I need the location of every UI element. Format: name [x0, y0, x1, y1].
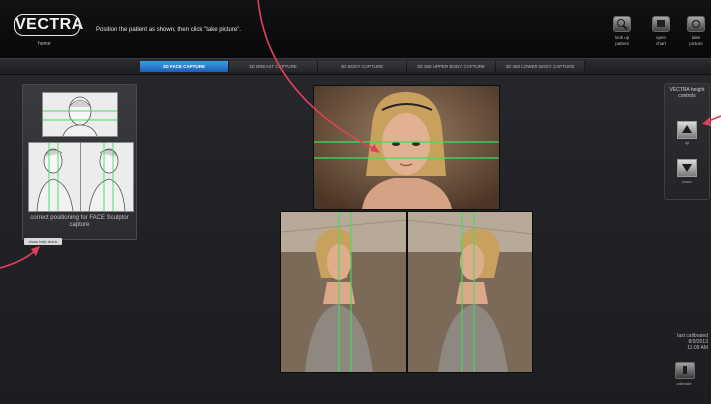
open-chart-button[interactable]: open chart: [645, 16, 677, 47]
take-picture-button[interactable]: take picture: [680, 16, 711, 47]
height-up-button[interactable]: [677, 121, 697, 139]
height-down-button[interactable]: [677, 159, 697, 177]
left-profile-photo: [280, 211, 407, 373]
height-up-label: up: [684, 140, 690, 145]
vectra-logo: VECTRA: [14, 14, 83, 36]
front-camera-photo: [313, 85, 500, 210]
tab-3d-360-lower-body-capture[interactable]: 3D 360 LOWER BODY CAPTURE: [496, 61, 585, 72]
right-profile-photo: [407, 211, 533, 373]
guide-right-profile-view: [80, 142, 134, 212]
positioning-guide-panel: correct positioning for FACE Sculptor ca…: [22, 84, 137, 240]
height-controls-panel: VECTRA height controls up down: [664, 83, 710, 200]
look-up-patient-label: look up patient: [614, 35, 630, 46]
look-up-patient-button[interactable]: look up patient: [606, 16, 638, 47]
guide-caption: correct positioning for FACE Sculptor ca…: [30, 215, 129, 228]
tab-3d-face-capture[interactable]: 3D FACE CAPTURE: [140, 61, 229, 72]
height-down-label: down: [682, 179, 692, 184]
open-chart-label: open chart: [655, 35, 666, 46]
tab-3d-breast-capture[interactable]: 3D BREAST CAPTURE: [229, 61, 318, 72]
take-picture-label: take picture: [689, 35, 703, 46]
instruction-text: Position the patient as shown, then clic…: [96, 27, 242, 33]
chart-icon: [652, 16, 670, 32]
vectra-app-window: VECTRA home Position the patient as show…: [0, 0, 711, 404]
guide-front-view: [42, 92, 118, 137]
camera-icon: [687, 16, 705, 32]
last-calibrated-text: last calibrated 8/9/2013 11:09 AM: [677, 333, 708, 351]
calibrate-button[interactable]: [675, 362, 695, 379]
search-icon: [613, 16, 631, 32]
tab-3d-360-upper-body-capture[interactable]: 3D 360 UPPER BODY CAPTURE: [407, 61, 496, 72]
tab-3d-body-capture[interactable]: 3D BODY CAPTURE: [318, 61, 407, 72]
header-bar: VECTRA home Position the patient as show…: [0, 0, 711, 58]
calibrate-label: calibrate: [676, 381, 692, 386]
home-link[interactable]: home: [38, 41, 51, 47]
show-help-text-button[interactable]: show help text ▸: [24, 238, 62, 245]
guide-left-profile-view: [28, 142, 82, 212]
height-controls-title: VECTRA height controls: [669, 87, 705, 99]
